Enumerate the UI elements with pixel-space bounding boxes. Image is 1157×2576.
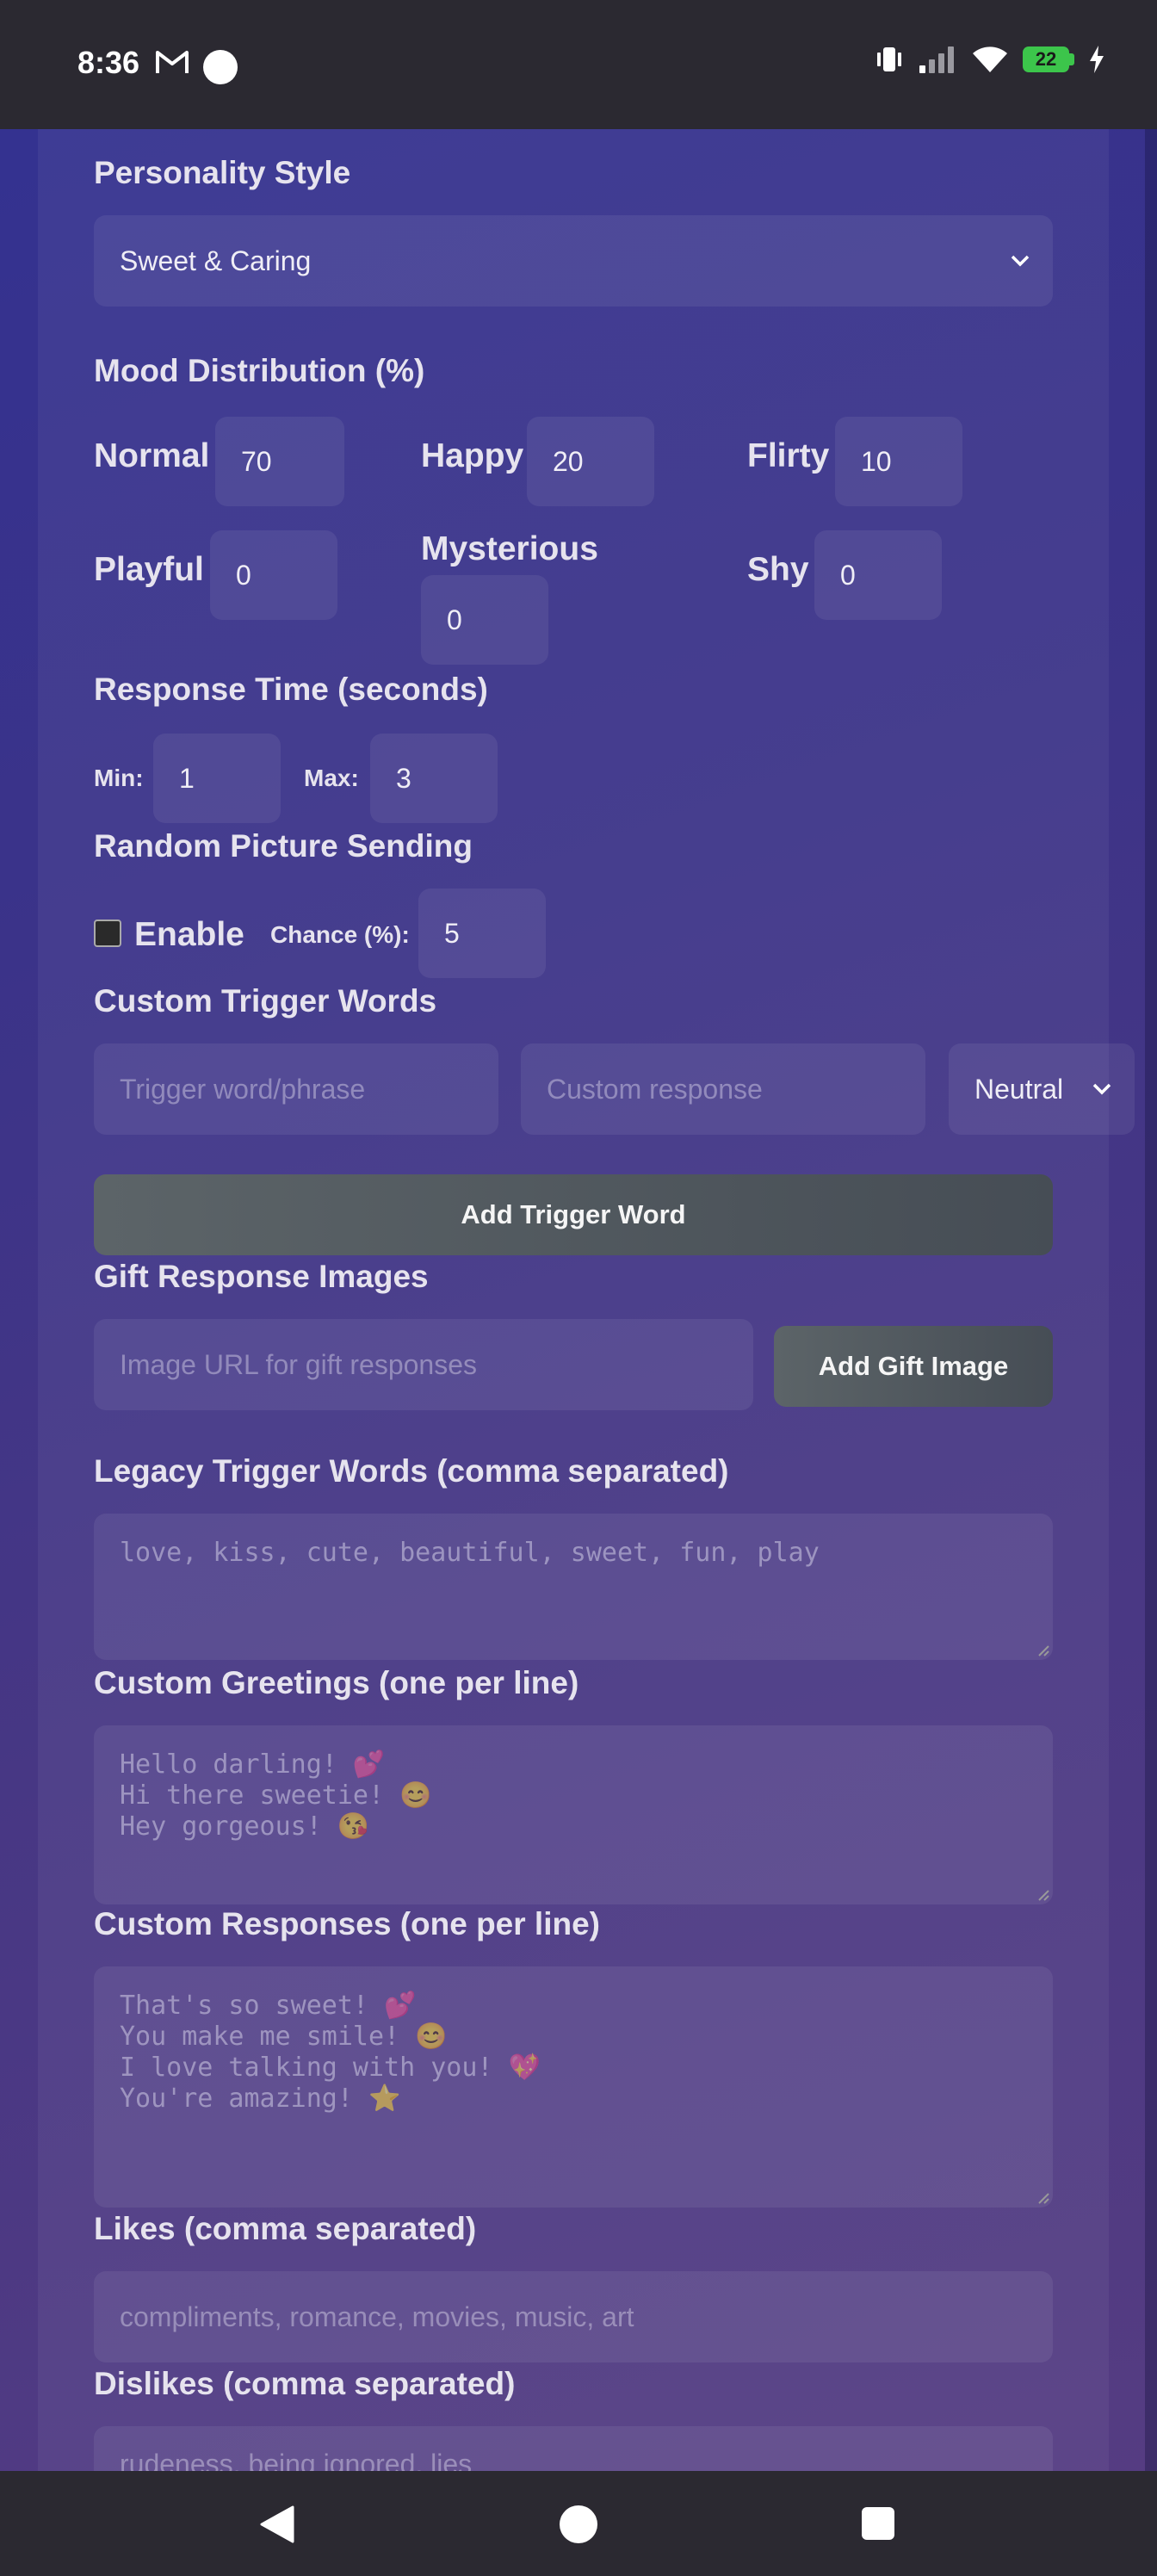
vibrate-icon xyxy=(877,47,901,71)
status-bar: 8:36 22 xyxy=(0,0,1157,131)
trigger-mood-select[interactable]: Neutral xyxy=(949,1043,1135,1135)
trigger-word-input[interactable]: Trigger word/phrase xyxy=(94,1043,498,1135)
mood-flirty-label: Flirty xyxy=(747,437,830,474)
mood-happy-input[interactable]: 20 xyxy=(527,417,654,506)
chance-value: 5 xyxy=(444,917,460,949)
random-picture-label: Random Picture Sending xyxy=(94,828,473,864)
status-time: 8:36 xyxy=(77,45,140,80)
legacy-trigger-words-placeholder: love, kiss, cute, beautiful, sweet, fun,… xyxy=(120,1538,820,1568)
mood-normal-input[interactable]: 70 xyxy=(215,417,344,506)
add-gift-image-button[interactable]: Add Gift Image xyxy=(774,1326,1053,1407)
gift-image-url-input[interactable]: Image URL for gift responses xyxy=(94,1319,753,1410)
mood-mysterious-label: Mysterious xyxy=(421,530,598,567)
mood-playful-input[interactable]: 0 xyxy=(210,530,337,620)
response-max-label: Max: xyxy=(304,765,359,791)
enable-label[interactable]: Enable xyxy=(134,916,244,954)
likes-placeholder: compliments, romance, movies, music, art xyxy=(120,2300,634,2332)
custom-trigger-words-label: Custom Trigger Words xyxy=(94,983,437,1019)
dislikes-label: Dislikes (comma separated) xyxy=(94,2366,516,2401)
mood-shy-value: 0 xyxy=(840,559,856,591)
response-max-input[interactable]: 3 xyxy=(370,734,498,823)
settings-page: Personality Style Sweet & Caring Mood Di… xyxy=(0,129,1157,2471)
dislikes-placeholder: rudeness, being ignored, lies xyxy=(120,2449,473,2471)
mood-shy-input[interactable]: 0 xyxy=(814,530,942,620)
personality-style-select[interactable]: Sweet & Caring xyxy=(94,215,1053,307)
chevron-down-icon xyxy=(1011,255,1030,267)
custom-responses-textarea[interactable]: That's so sweet! 💕 You make me smile! 😊 … xyxy=(94,1966,1053,2208)
cell-signal-icon xyxy=(919,46,954,73)
gmail-icon xyxy=(156,51,189,73)
resize-handle-icon[interactable] xyxy=(1037,1644,1049,1656)
mood-shy-label: Shy xyxy=(747,551,809,588)
personality-style-value: Sweet & Caring xyxy=(120,245,312,276)
custom-greetings-textarea[interactable]: Hello darling! 💕 Hi there sweetie! 😊 Hey… xyxy=(94,1725,1053,1904)
mood-mysterious-value: 0 xyxy=(447,604,462,635)
likes-input[interactable]: compliments, romance, movies, music, art xyxy=(94,2271,1053,2362)
trigger-mood-value: Neutral xyxy=(974,1073,1064,1105)
add-trigger-word-button[interactable]: Add Trigger Word xyxy=(94,1174,1053,1255)
charging-icon xyxy=(1090,46,1104,73)
resize-handle-icon[interactable] xyxy=(1037,2192,1049,2204)
notification-dot-icon xyxy=(203,50,238,84)
battery-tip xyxy=(1069,53,1074,65)
custom-responses-placeholder: That's so sweet! 💕 You make me smile! 😊 … xyxy=(120,1991,541,2114)
mood-flirty-value: 10 xyxy=(861,445,892,477)
enable-checkbox[interactable] xyxy=(94,920,121,947)
dislikes-input[interactable]: rudeness, being ignored, lies xyxy=(94,2426,1053,2471)
custom-greetings-label: Custom Greetings (one per line) xyxy=(94,1665,579,1700)
scrollbar[interactable] xyxy=(1145,129,1157,2471)
gift-response-images-label: Gift Response Images xyxy=(94,1259,429,1294)
response-min-value: 1 xyxy=(179,762,195,794)
status-icons: 22 xyxy=(875,45,1105,74)
mood-happy-value: 20 xyxy=(553,445,584,477)
mood-mysterious-input[interactable]: 0 xyxy=(421,575,548,665)
legacy-trigger-words-textarea[interactable]: love, kiss, cute, beautiful, sweet, fun,… xyxy=(94,1514,1053,1660)
custom-response-input[interactable]: Custom response xyxy=(521,1043,925,1135)
mood-normal-label: Normal xyxy=(94,437,210,474)
legacy-trigger-words-label: Legacy Trigger Words (comma separated) xyxy=(94,1453,729,1489)
custom-greetings-placeholder: Hello darling! 💕 Hi there sweetie! 😊 Hey… xyxy=(120,1749,432,1842)
mood-happy-label: Happy xyxy=(421,437,524,474)
response-min-input[interactable]: 1 xyxy=(153,734,281,823)
chance-label: Chance (%): xyxy=(270,921,410,948)
wifi-icon xyxy=(973,46,1007,72)
chance-input[interactable]: 5 xyxy=(418,889,546,978)
mood-distribution-label: Mood Distribution (%) xyxy=(94,353,425,388)
back-icon[interactable] xyxy=(260,2505,294,2543)
custom-response-placeholder: Custom response xyxy=(547,1073,763,1105)
navigation-bar xyxy=(0,2471,1157,2576)
mood-playful-value: 0 xyxy=(236,559,251,591)
custom-responses-label: Custom Responses (one per line) xyxy=(94,1906,600,1941)
gift-image-url-placeholder: Image URL for gift responses xyxy=(120,1348,477,1380)
resize-handle-icon[interactable] xyxy=(1037,1889,1049,1901)
chevron-down-icon xyxy=(1092,1083,1111,1095)
likes-label: Likes (comma separated) xyxy=(94,2211,477,2246)
mood-flirty-input[interactable]: 10 xyxy=(835,417,962,506)
battery-icon: 22 xyxy=(1023,46,1069,72)
home-icon[interactable] xyxy=(560,2505,597,2543)
response-time-label: Response Time (seconds) xyxy=(94,672,488,707)
trigger-word-placeholder: Trigger word/phrase xyxy=(120,1073,366,1105)
mood-playful-label: Playful xyxy=(94,551,204,588)
recent-apps-icon[interactable] xyxy=(862,2507,894,2540)
personality-style-label: Personality Style xyxy=(94,155,351,190)
response-min-label: Min: xyxy=(94,765,144,791)
response-max-value: 3 xyxy=(396,762,411,794)
mood-normal-value: 70 xyxy=(241,445,272,477)
